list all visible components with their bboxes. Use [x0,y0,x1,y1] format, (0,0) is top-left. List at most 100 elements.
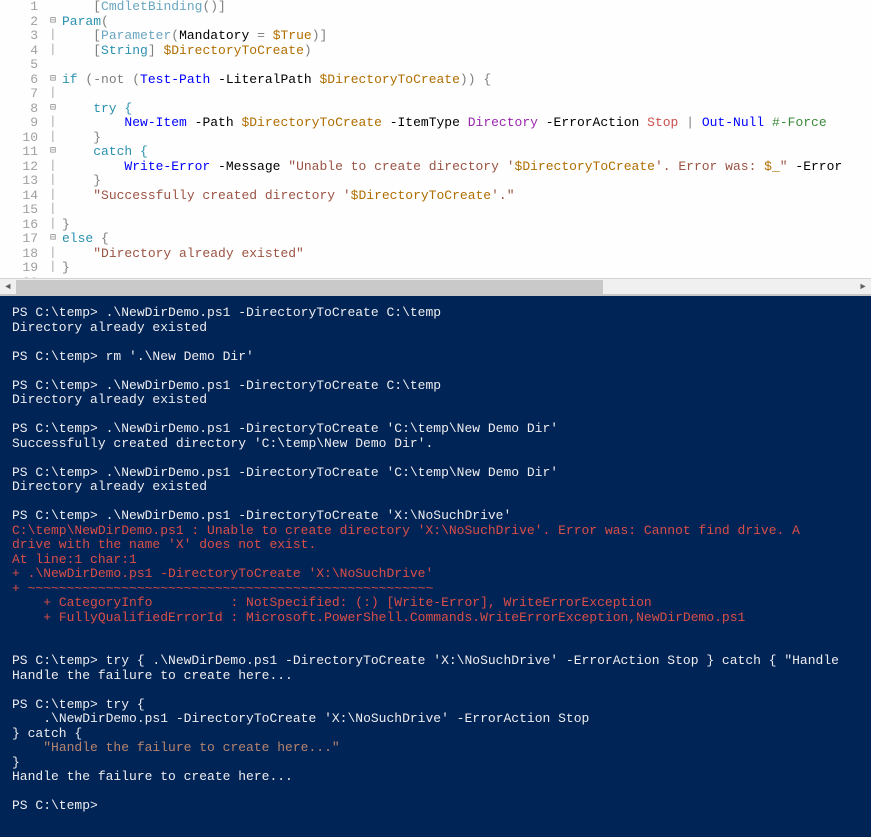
code-line[interactable]: } [62,131,871,146]
code-line[interactable]: New-Item -Path $DirectoryToCreate -ItemT… [62,116,871,131]
code-line[interactable]: } [62,174,871,189]
fold-guide: │ [46,29,60,44]
terminal-error-line: At line:1 char:1 [12,553,859,568]
terminal-line: } catch { [12,727,859,742]
fold-guide: │ [46,247,60,262]
terminal-error-line: + CategoryInfo : NotSpecified: (:) [Writ… [12,596,859,611]
terminal-blank-line [12,451,859,466]
horizontal-scrollbar[interactable]: ◄ ► [0,278,871,294]
line-number: 3 [0,29,38,44]
scrollbar-thumb[interactable] [16,280,603,294]
line-number: 2 [0,15,38,30]
line-number: 4 [0,44,38,59]
code-line[interactable]: try { [62,102,871,117]
code-line[interactable]: "Directory already existed" [62,247,871,262]
fold-guide: │ [46,87,60,102]
fold-toggle-icon[interactable]: ⊟ [46,102,60,117]
line-number: 17 [0,232,38,247]
fold-toggle-icon[interactable]: ⊟ [46,145,60,160]
line-number: 14 [0,189,38,204]
terminal-error-line: + ~~~~~~~~~~~~~~~~~~~~~~~~~~~~~~~~~~~~~~… [12,582,859,597]
terminal-line: PS C:\temp> .\NewDirDemo.ps1 -DirectoryT… [12,379,859,394]
code-line[interactable] [62,203,871,218]
scrollbar-track[interactable] [16,279,855,295]
line-number: 9 [0,116,38,131]
fold-guide [46,0,60,15]
line-number: 15 [0,203,38,218]
fold-guide: │ [46,160,60,175]
line-number: 6 [0,73,38,88]
fold-guide: │ [46,174,60,189]
terminal-line: PS C:\temp> try { .\NewDirDemo.ps1 -Dire… [12,654,859,669]
code-text-area[interactable]: [CmdletBinding()]Param( [Parameter(Manda… [60,0,871,294]
code-line[interactable]: catch { [62,145,871,160]
fold-guide: │ [46,44,60,59]
code-line[interactable] [62,87,871,102]
fold-guide: │ [46,131,60,146]
code-line[interactable]: } [62,261,871,276]
code-editor-pane[interactable]: 1234567891011121314151617181920 ⊟││⊟│⊟││… [0,0,871,294]
line-number: 16 [0,218,38,233]
terminal-blank-line [12,785,859,800]
fold-guide: │ [46,261,60,276]
terminal-error-line: + FullyQualifiedErrorId : Microsoft.Powe… [12,611,859,626]
terminal-line: PS C:\temp> .\NewDirDemo.ps1 -DirectoryT… [12,509,859,524]
line-number: 13 [0,174,38,189]
line-number: 8 [0,102,38,117]
code-line[interactable]: [String] $DirectoryToCreate) [62,44,871,59]
code-line[interactable]: "Successfully created directory '$Direct… [62,189,871,204]
fold-guide: │ [46,203,60,218]
fold-guide: │ [46,116,60,131]
line-number: 7 [0,87,38,102]
code-line[interactable]: [Parameter(Mandatory = $True)] [62,29,871,44]
terminal-line: PS C:\temp> .\NewDirDemo.ps1 -DirectoryT… [12,466,859,481]
terminal-error-line: C:\temp\NewDirDemo.ps1 : Unable to creat… [12,524,859,539]
terminal-blank-line [12,495,859,510]
code-line[interactable]: Param( [62,15,871,30]
line-number: 10 [0,131,38,146]
line-number: 5 [0,58,38,73]
terminal-blank-line [12,640,859,655]
code-line[interactable]: else { [62,232,871,247]
line-number-gutter: 1234567891011121314151617181920 [0,0,46,294]
terminal-line: Directory already existed [12,321,859,336]
line-number: 18 [0,247,38,262]
terminal-line: PS C:\temp> .\NewDirDemo.ps1 -DirectoryT… [12,422,859,437]
line-number: 1 [0,0,38,15]
terminal-line: Successfully created directory 'C:\temp\… [12,437,859,452]
terminal-line: PS C:\temp> try { [12,698,859,713]
fold-toggle-icon[interactable]: ⊟ [46,15,60,30]
fold-gutter[interactable]: ⊟││⊟│⊟││⊟│││││⊟││ [46,0,60,294]
fold-toggle-icon[interactable]: ⊟ [46,232,60,247]
terminal-output-pane[interactable]: PS C:\temp> .\NewDirDemo.ps1 -DirectoryT… [0,294,871,837]
terminal-line: "Handle the failure to create here..." [12,741,859,756]
terminal-line: PS C:\temp> rm '.\New Demo Dir' [12,350,859,365]
code-line[interactable]: [CmdletBinding()] [62,0,871,15]
terminal-line: PS C:\temp> [12,799,859,814]
terminal-line: } [12,756,859,771]
line-number: 19 [0,261,38,276]
terminal-line: .\NewDirDemo.ps1 -DirectoryToCreate 'X:\… [12,712,859,727]
terminal-blank-line [12,335,859,350]
code-line[interactable]: } [62,218,871,233]
line-number: 11 [0,145,38,160]
code-line[interactable] [62,58,871,73]
terminal-blank-line [12,683,859,698]
code-line[interactable]: Write-Error -Message "Unable to create d… [62,160,871,175]
fold-guide: │ [46,218,60,233]
terminal-line: PS C:\temp> .\NewDirDemo.ps1 -DirectoryT… [12,306,859,321]
terminal-line: Directory already existed [12,480,859,495]
fold-guide [46,58,60,73]
code-line[interactable]: if (-not (Test-Path -LiteralPath $Direct… [62,73,871,88]
terminal-blank-line [12,408,859,423]
terminal-line: Handle the failure to create here... [12,770,859,785]
terminal-line: Directory already existed [12,393,859,408]
scroll-left-arrow-icon[interactable]: ◄ [0,279,16,295]
scroll-right-arrow-icon[interactable]: ► [855,279,871,295]
terminal-line [12,625,859,640]
terminal-line: Handle the failure to create here... [12,669,859,684]
fold-guide: │ [46,189,60,204]
terminal-error-line: + .\NewDirDemo.ps1 -DirectoryToCreate 'X… [12,567,859,582]
fold-toggle-icon[interactable]: ⊟ [46,73,60,88]
line-number: 12 [0,160,38,175]
